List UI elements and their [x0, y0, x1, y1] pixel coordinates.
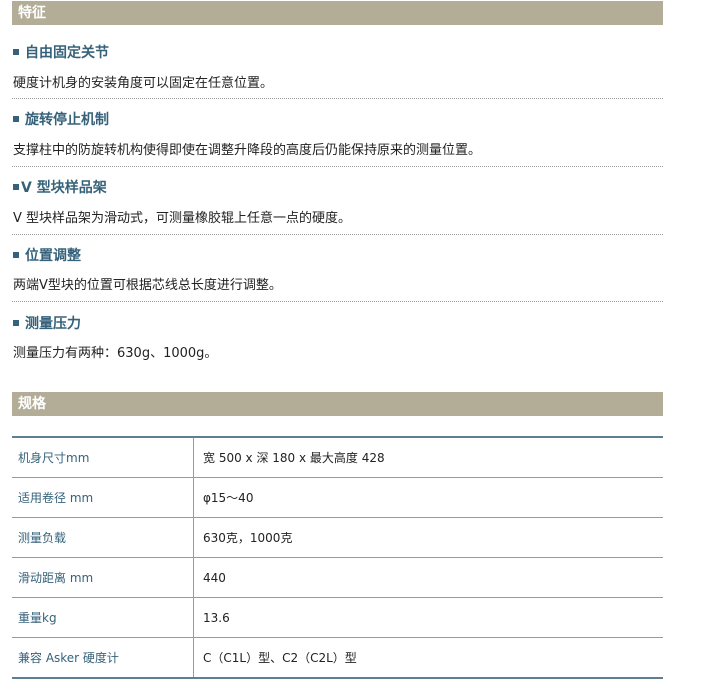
feature-title-v-block: V 型块样品架 — [13, 177, 107, 197]
divider — [12, 166, 663, 167]
feature-desc: 支撑柱中的防旋转机构使得即使在调整升降段的高度后仍能保持原来的测量位置。 — [13, 143, 482, 158]
feature-title-free-joint: 自由固定关节 — [13, 42, 109, 62]
feature-title-text: 自由固定关节 — [25, 45, 109, 61]
divider — [12, 98, 663, 99]
spec-value: 宽 500 x 深 180 x 最大高度 428 — [193, 436, 663, 478]
table-row: 适用卷径 mm φ15～40 — [12, 477, 663, 518]
feature-title-text: 旋转停止机制 — [25, 112, 109, 128]
spec-label: 滑动距离 mm — [12, 557, 194, 598]
spec-label: 适用卷径 mm — [12, 477, 194, 518]
table-row: 滑动距离 mm 440 — [12, 557, 663, 598]
spec-value: φ15～40 — [193, 477, 663, 518]
specs-heading: 规格 — [18, 396, 46, 412]
feature-desc: 测量压力有两种：630g、1000g。 — [13, 346, 218, 361]
divider — [12, 301, 663, 302]
bullet-square-icon — [13, 252, 19, 258]
feature-title-pressure: 测量压力 — [13, 313, 81, 333]
table-row: 兼容 Asker 硬度计 C（C1L）型、C2（C2L）型 — [12, 637, 663, 679]
spec-table: 机身尺寸mm 宽 500 x 深 180 x 最大高度 428 适用卷径 mm … — [12, 436, 663, 679]
feature-title-text: V 型块样品架 — [21, 180, 107, 196]
features-heading: 特征 — [18, 5, 46, 21]
feature-desc: 硬度计机身的安装角度可以固定在任意位置。 — [13, 76, 274, 91]
spec-label: 测量负载 — [12, 517, 194, 558]
features-heading-bar: 特征 — [12, 1, 663, 25]
spec-label: 机身尺寸mm — [12, 436, 194, 478]
spec-value: 13.6 — [193, 597, 663, 638]
spec-value: C（C1L）型、C2（C2L）型 — [193, 637, 663, 679]
bullet-square-icon — [13, 184, 19, 190]
feature-title-text: 测量压力 — [25, 316, 81, 332]
table-row: 机身尺寸mm 宽 500 x 深 180 x 最大高度 428 — [12, 436, 663, 478]
table-row: 重量kg 13.6 — [12, 597, 663, 638]
bullet-square-icon — [13, 320, 19, 326]
bullet-square-icon — [13, 49, 19, 55]
specs-heading-bar: 规格 — [12, 392, 663, 416]
feature-title-position-adjust: 位置调整 — [13, 245, 81, 265]
feature-title-rotation-stop: 旋转停止机制 — [13, 109, 109, 129]
spec-value: 630克，1000克 — [193, 517, 663, 558]
table-row: 测量负载 630克，1000克 — [12, 517, 663, 558]
feature-desc: V 型块样品架为滑动式，可测量橡胶辊上任意一点的硬度。 — [13, 211, 352, 226]
feature-title-text: 位置调整 — [25, 248, 81, 264]
spec-label: 兼容 Asker 硬度计 — [12, 637, 194, 679]
spec-value: 440 — [193, 557, 663, 598]
feature-desc: 两端V型块的位置可根据芯线总长度进行调整。 — [13, 278, 282, 293]
bullet-square-icon — [13, 116, 19, 122]
divider — [12, 234, 663, 235]
spec-label: 重量kg — [12, 597, 194, 638]
